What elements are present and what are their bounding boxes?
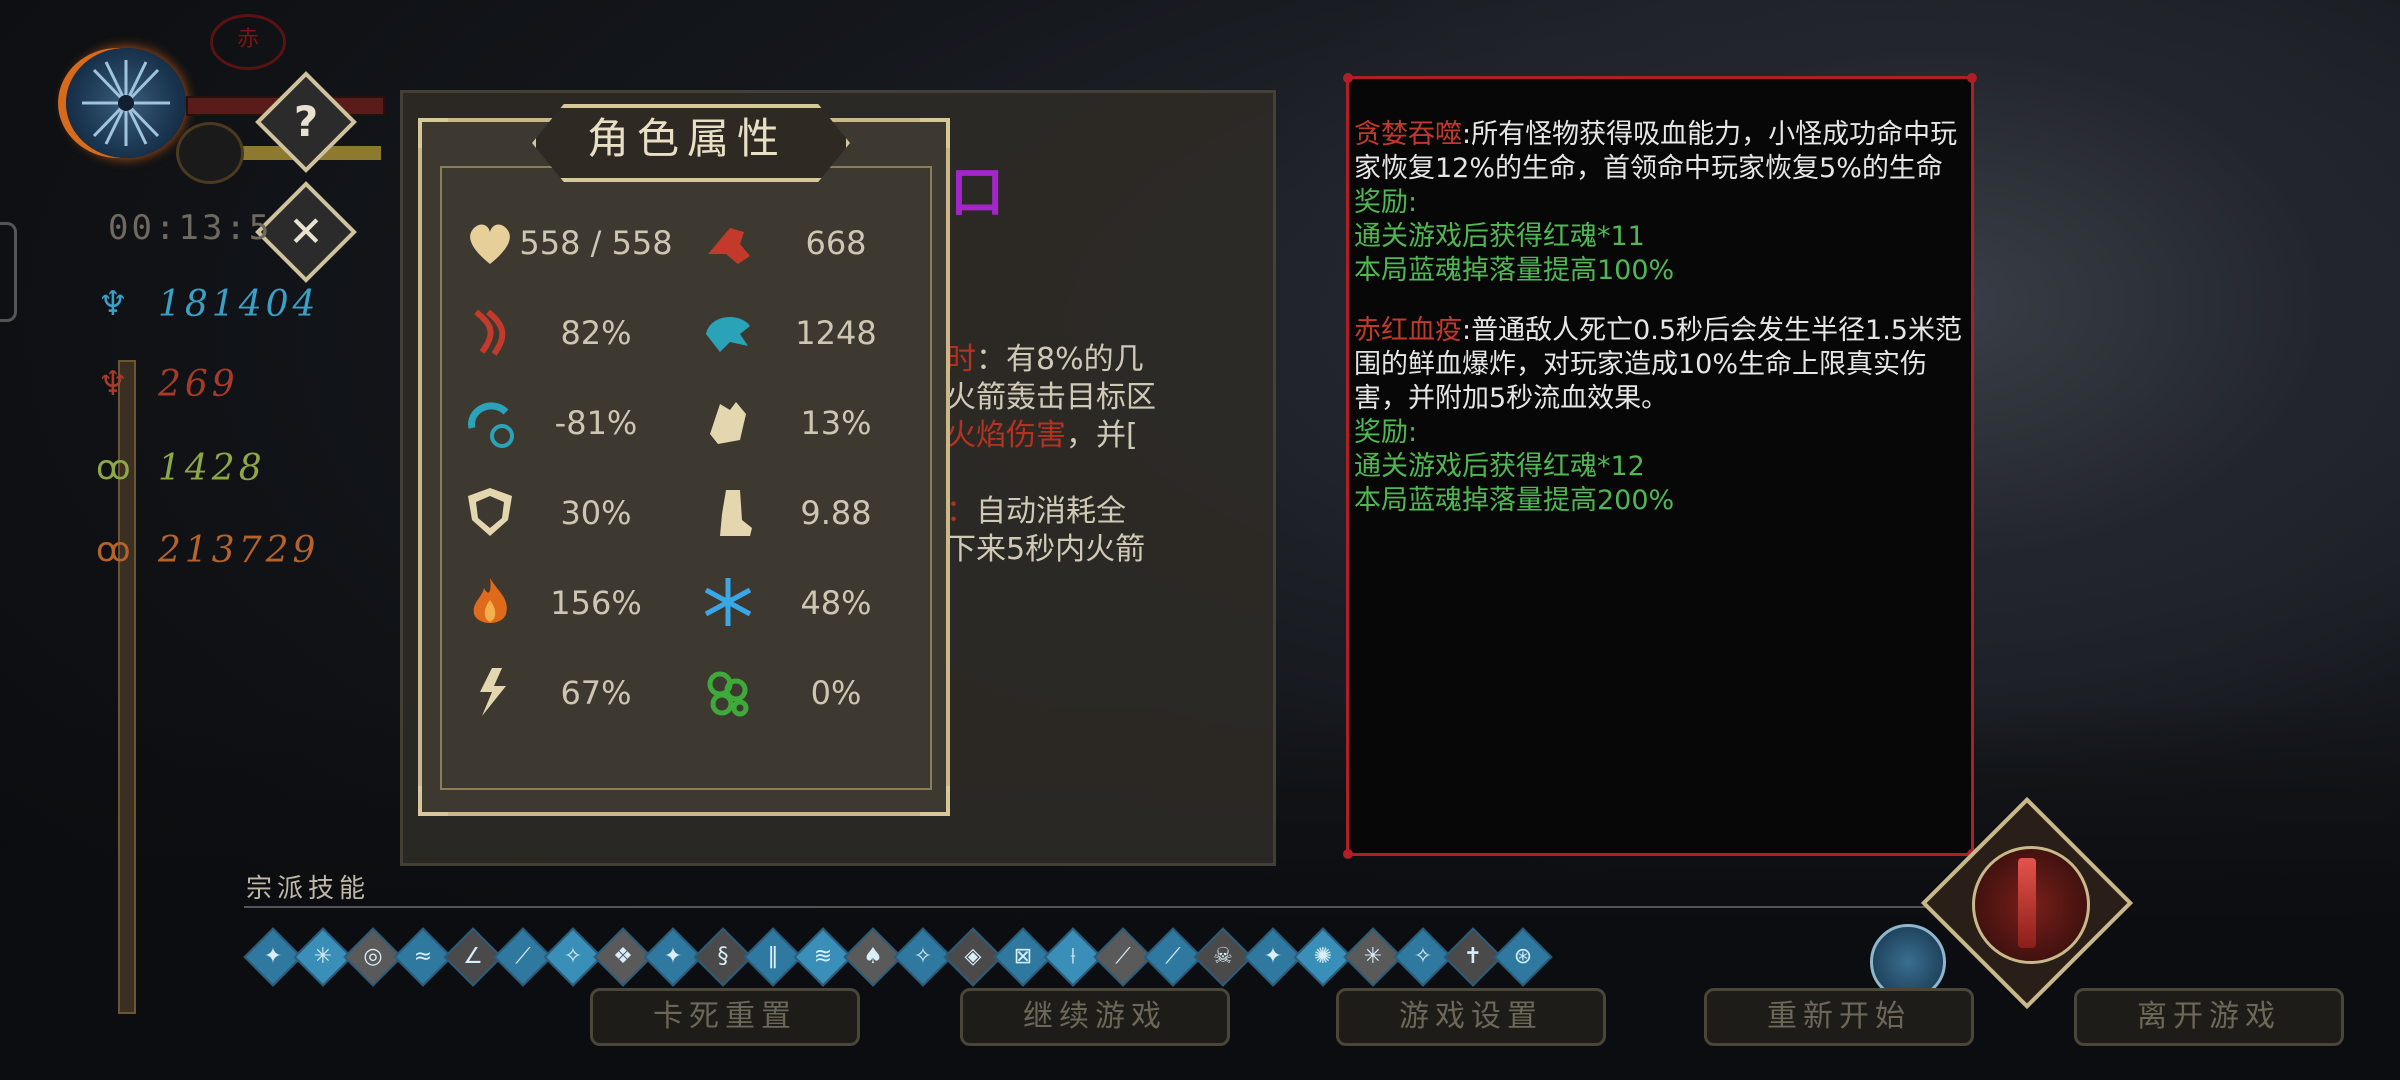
green-soul-count: 1428 (158, 448, 266, 489)
sect-skill-glyph: ◎ (363, 944, 383, 969)
sect-skill-glyph: ‖ (767, 944, 779, 969)
skill-title-fragment: 口 (950, 161, 1004, 224)
sect-skill-glyph: ✳ (313, 944, 333, 969)
sect-skill-glyph: ∠ (463, 944, 483, 969)
stat-move-speed-value: 9.88 (800, 494, 872, 532)
stat-lightning-value: 67% (560, 674, 632, 712)
sect-skill-glyph: ⟋ (1115, 944, 1131, 969)
sword-icon (2018, 858, 2036, 948)
sect-skill-glyph: ◈ (964, 944, 982, 969)
sect-skill-glyph: ✝ (1463, 944, 1483, 969)
shield-icon (468, 488, 512, 536)
lightning-runner-icon (480, 668, 506, 716)
orange-soul-icon: ꝏ (96, 530, 131, 570)
attack-fist-icon (708, 228, 750, 264)
crit-slash-icon (474, 309, 506, 356)
sect-skill-glyph: ⊛ (1513, 944, 1533, 969)
red-soul-count: 269 (158, 364, 239, 405)
modifier-reward-label: 奖励: (1354, 187, 1418, 218)
blue-soul-icon: ♆ (97, 284, 129, 324)
stat-fire-value: 156% (550, 584, 642, 622)
portrait-wheel-icon (82, 60, 170, 146)
sect-skill-glyph: ♠ (863, 944, 883, 969)
sect-skill-glyph: ☠ (1213, 944, 1233, 969)
stuck-reset-button[interactable]: 卡死重置 (590, 988, 860, 1046)
modifier-item: 赤红血疫:普通敌人死亡0.5秒后会发生半径1.5米范围的鲜血爆炸，对玩家造成10… (1354, 314, 1974, 416)
modifier-reward-label: 奖励: (1354, 417, 1418, 448)
heart-icon (470, 224, 510, 264)
sect-skill-glyph: ⊠ (1013, 944, 1033, 969)
green-soul-icon: ꝏ (96, 448, 131, 488)
stats-title: 角色属性 (586, 114, 787, 163)
item-bag-icon[interactable] (176, 122, 244, 184)
crit-damage-icon (706, 316, 750, 352)
side-drawer-handle[interactable] (0, 222, 17, 322)
stat-poison-value: 0% (810, 674, 862, 712)
sect-skill-glyph: ✺ (1313, 944, 1333, 969)
continue-game-button[interactable]: 继续游戏 (960, 988, 1230, 1046)
sect-skill-strip: ✦ ✳ ◎ ≈ ∠ ⟋ ✧ ❖ ✦ § ‖ ≋ ♠ ✧ ◈ ⊠ ⟊ ⟋ ⟋ ☠ ✦ ✺ ✳ ✧ ✝ ⊛ (243, 924, 1553, 994)
sect-skill-glyph: ✧ (913, 944, 933, 969)
snowflake-icon (704, 578, 752, 626)
sect-skill-glyph: ❖ (613, 944, 633, 969)
stat-armor-value: 30% (560, 494, 632, 532)
close-icon: ✕ (288, 207, 324, 256)
sect-skill-glyph: § (717, 944, 729, 969)
blue-soul-count: 181404 (158, 284, 320, 325)
sect-skill-glyph: ✦ (1263, 944, 1283, 969)
sect-skill-glyph: ≈ (413, 944, 433, 969)
red-soul-icon: ♆ (97, 364, 129, 404)
stat-crit-chance-value: 82% (560, 314, 632, 352)
game-settings-button[interactable]: 游戏设置 (1336, 988, 1606, 1046)
sect-skill-glyph: ⟋ (1165, 944, 1181, 969)
dodge-hand-icon (710, 402, 746, 444)
sect-skill-glyph: ⟋ (515, 944, 531, 969)
skill-desc-line-5: 下来5秒内火箭 (946, 532, 1146, 567)
sect-skill-glyph: ✳ (1363, 944, 1383, 969)
modifier-reward: 通关游戏后获得红魂*12 (1354, 451, 1645, 482)
sect-skill-glyph: ✧ (563, 944, 583, 969)
stat-dodge-value: 13% (800, 404, 872, 442)
modifier-name: 赤红血疫 (1354, 315, 1462, 346)
sect-skill-glyph: ✧ (1413, 944, 1433, 969)
cooldown-icon (468, 402, 514, 448)
sect-skill-icon[interactable]: ⊛ (1493, 927, 1553, 987)
sect-skill-glyph: ≋ (813, 944, 833, 969)
stat-health-value: 558 / 558 (519, 224, 673, 262)
restart-button[interactable]: 重新开始 (1704, 988, 1974, 1046)
run-timer: 00:13:5 (108, 208, 273, 248)
modifier-reward: 本局蓝魂掉落量提高100% (1354, 255, 1675, 286)
fire-icon (473, 578, 507, 623)
skill-desc-line-3: 火焰伤害，并[ (946, 418, 1138, 453)
question-icon: ? (293, 97, 319, 146)
stat-cooldown-value: -81% (554, 404, 638, 442)
boot-icon (720, 490, 752, 536)
section-divider (244, 906, 2104, 908)
modifier-item: 贪婪吞噬:所有怪物获得吸血能力，小怪成功命中玩家恢复12%的生命，首领命中玩家恢… (1354, 118, 1974, 186)
orange-soul-count: 213729 (158, 530, 320, 571)
sect-skill-glyph: ⟊ (1070, 944, 1076, 969)
sect-skill-glyph: ✦ (263, 944, 283, 969)
stat-attack-value: 668 (805, 224, 867, 262)
leave-game-button[interactable]: 离开游戏 (2074, 988, 2344, 1046)
modifier-reward: 本局蓝魂掉落量提高200% (1354, 485, 1675, 516)
modifier-list: 贪婪吞噬:所有怪物获得吸血能力，小怪成功命中玩家恢复12%的生命，首领命中玩家恢… (1354, 118, 1974, 518)
stat-crit-damage-value: 1248 (795, 314, 877, 352)
seal-icon: 赤 (210, 14, 286, 70)
sect-skill-glyph: ✦ (663, 944, 683, 969)
player-portrait (66, 48, 186, 158)
modifier-reward: 通关游戏后获得红魂*11 (1354, 221, 1645, 252)
sect-skills-label: 宗派技能 (246, 874, 371, 904)
stat-ice-value: 48% (800, 584, 872, 622)
poison-icon (707, 671, 749, 717)
modifier-name: 贪婪吞噬 (1354, 119, 1462, 150)
